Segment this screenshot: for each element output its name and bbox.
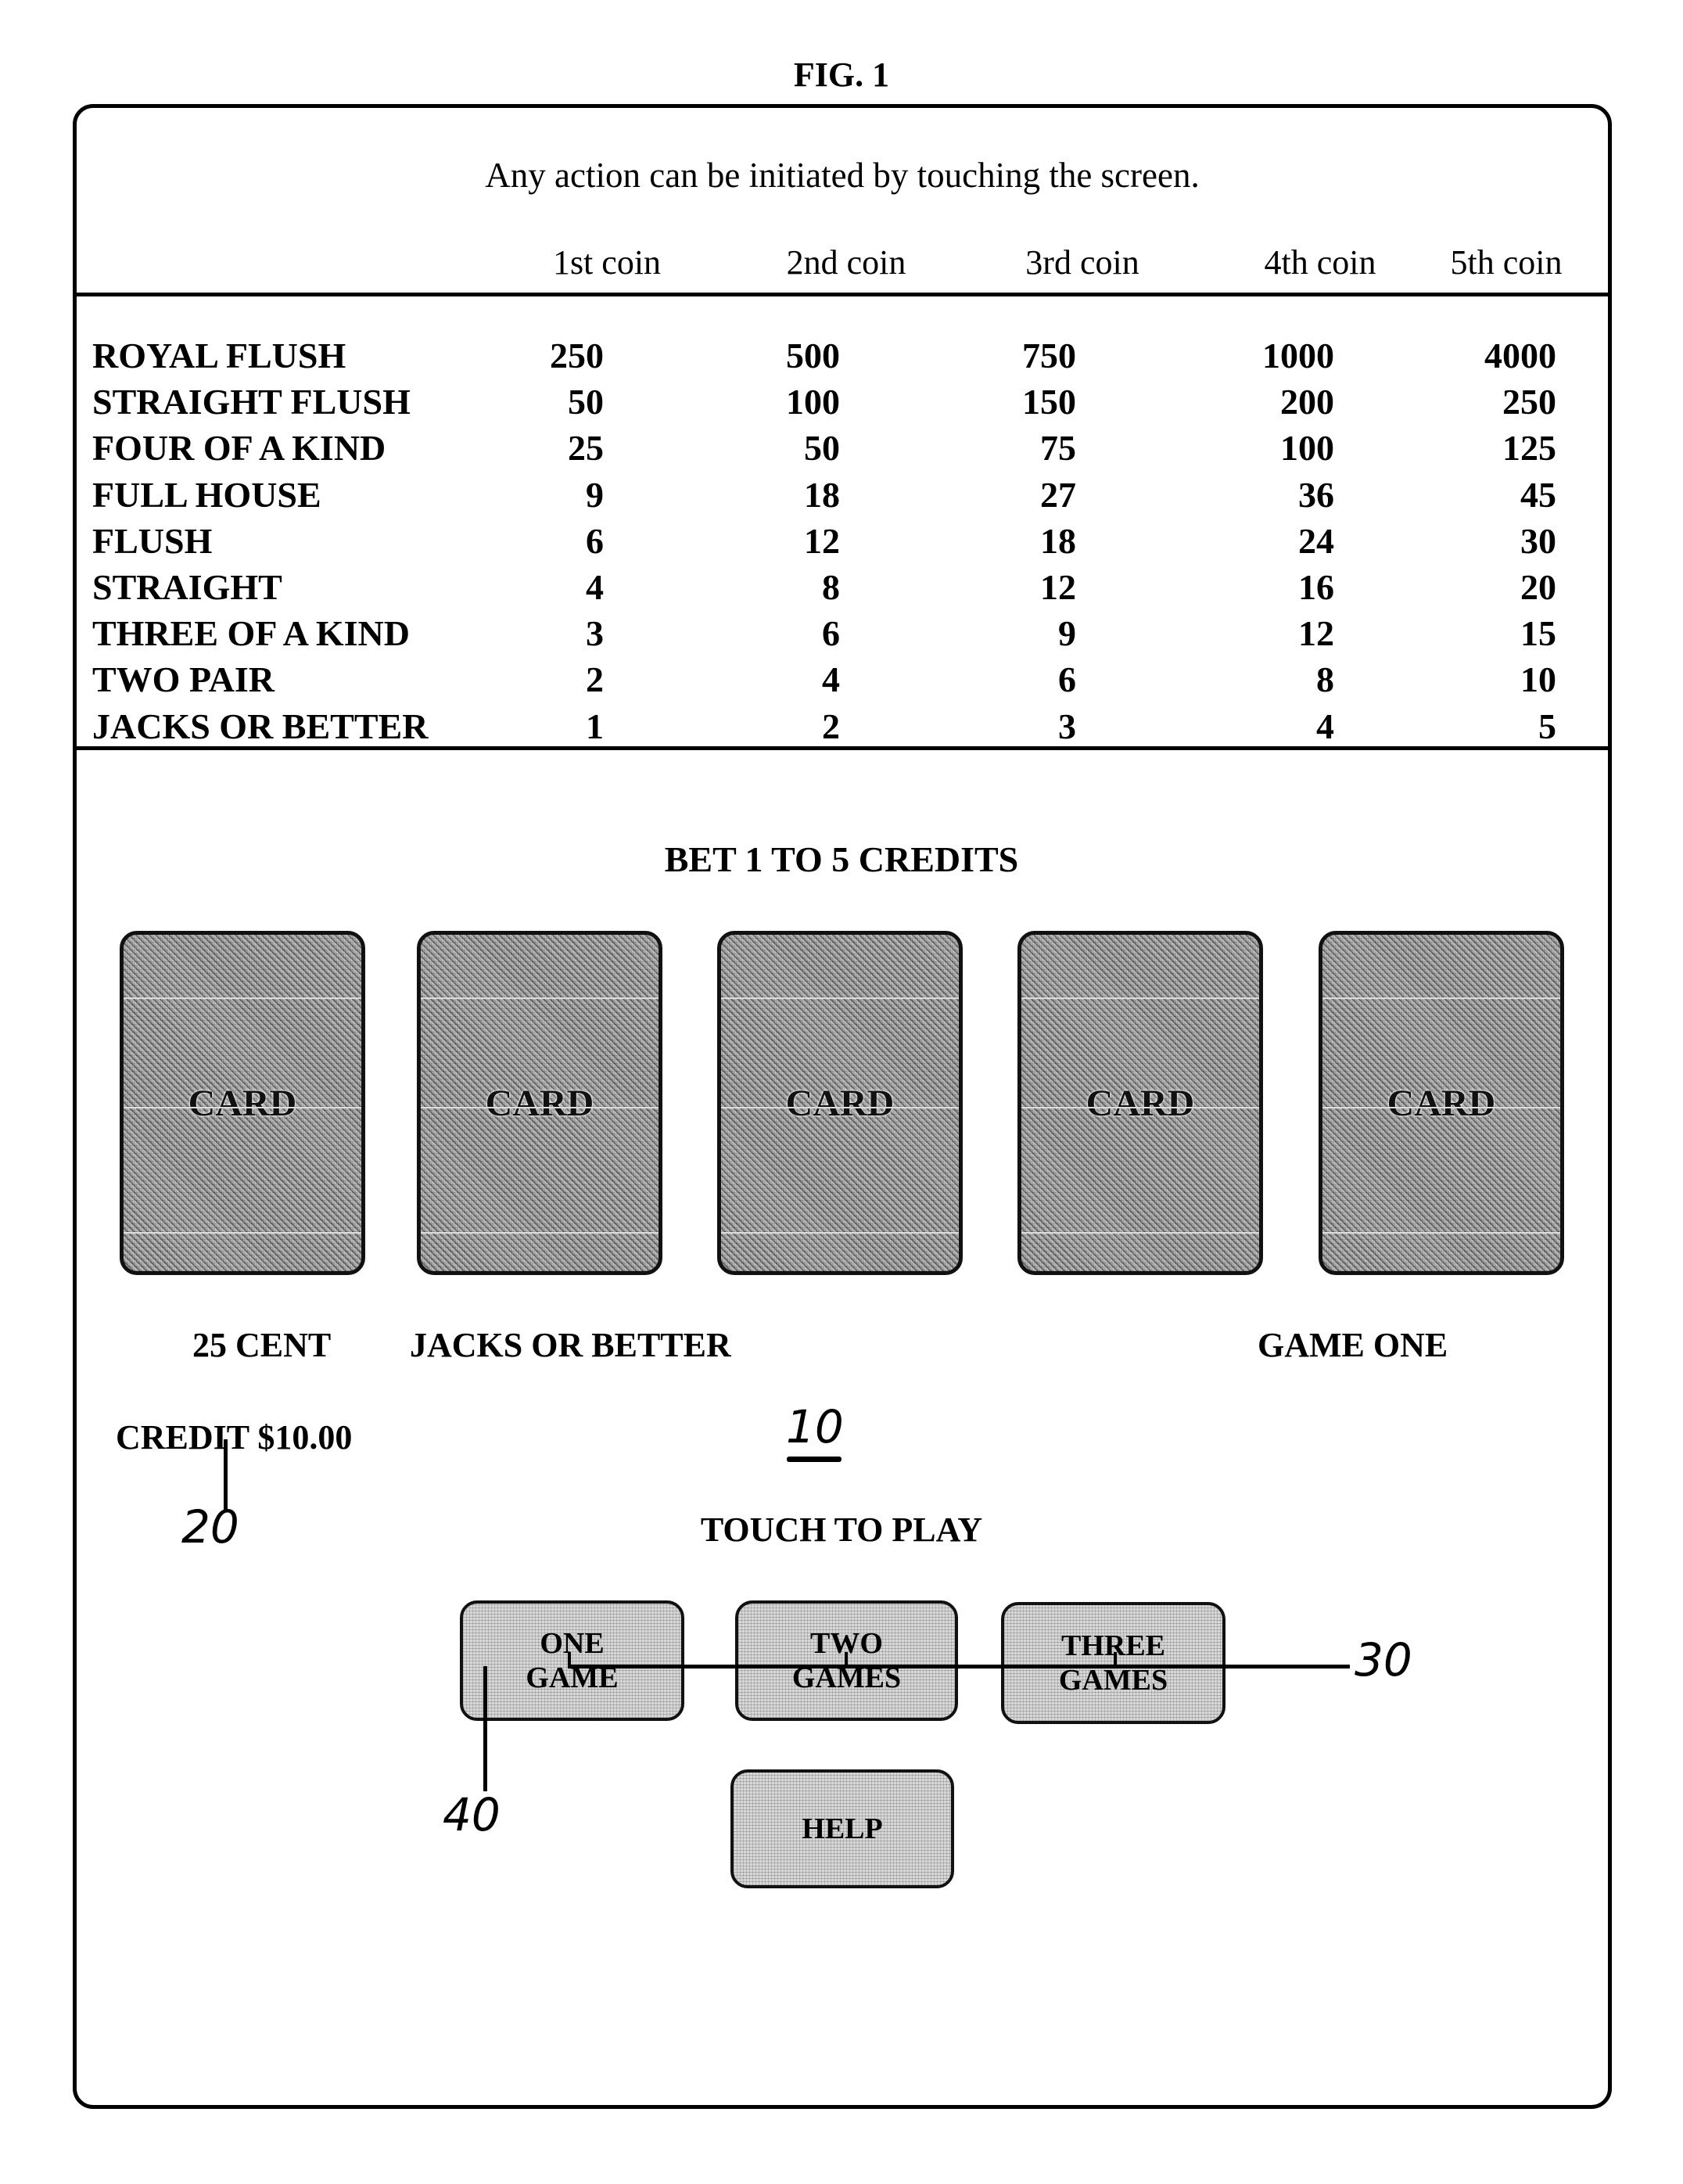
figure-title: FIG. 1 bbox=[793, 56, 890, 94]
paytable-cell: 27 bbox=[1040, 475, 1076, 515]
card-3[interactable]: CARD bbox=[717, 931, 963, 1275]
paytable-cell: 5 bbox=[1538, 706, 1556, 746]
credit-display: CREDIT $10.00 bbox=[116, 1418, 353, 1457]
paytable-cell: 150 bbox=[1022, 382, 1076, 422]
paytable-cell: 9 bbox=[1058, 613, 1076, 653]
help-button-label: HELP bbox=[802, 1812, 883, 1845]
paytable-cell: 25 bbox=[568, 428, 604, 468]
paytable-cell: 2 bbox=[822, 706, 840, 746]
paytable-cell: 10 bbox=[1520, 659, 1556, 699]
card-5[interactable]: CARD bbox=[1319, 931, 1564, 1275]
column-header-5th-coin: 5th coin bbox=[1450, 243, 1563, 282]
column-header-1st-coin: 1st coin bbox=[552, 243, 662, 282]
paytable-cell: 4 bbox=[586, 567, 604, 607]
reference-underline bbox=[787, 1457, 842, 1462]
paytable-cell: 30 bbox=[1520, 521, 1556, 561]
leader-tick-two-games bbox=[845, 1652, 848, 1666]
card-2[interactable]: CARD bbox=[417, 931, 662, 1275]
paytable-cell: 50 bbox=[568, 382, 604, 422]
paytable-cell: 12 bbox=[804, 521, 840, 561]
paytable-cell: 24 bbox=[1298, 521, 1334, 561]
paytable-cell: 15 bbox=[1520, 613, 1556, 653]
paytable-cell: 2 bbox=[586, 659, 604, 699]
card-label: CARD bbox=[785, 1082, 895, 1124]
paytable-cell: 200 bbox=[1280, 382, 1334, 422]
card-label: CARD bbox=[485, 1082, 594, 1124]
card-label: CARD bbox=[1086, 1082, 1195, 1124]
leader-tick-one-game bbox=[568, 1652, 571, 1666]
paytable-hand-label: ROYAL FLUSH bbox=[92, 336, 346, 375]
card-1[interactable]: CARD bbox=[120, 931, 365, 1275]
paytable-cell: 8 bbox=[1316, 659, 1334, 699]
paytable-cell: 100 bbox=[786, 382, 840, 422]
leader-line-40 bbox=[483, 1666, 487, 1791]
denomination-label: 25 CENT bbox=[192, 1326, 332, 1364]
paytable-cell: 20 bbox=[1520, 567, 1556, 607]
reference-numeral-10: 10 bbox=[786, 1400, 844, 1453]
paytable-cell: 750 bbox=[1022, 336, 1076, 375]
paytable-hand-label: JACKS OR BETTER bbox=[92, 706, 429, 746]
game-name-label: GAME ONE bbox=[1258, 1326, 1448, 1364]
paytable-cell: 6 bbox=[822, 613, 840, 653]
paytable-hand-label: TWO PAIR bbox=[92, 659, 275, 699]
paytable-hand-label: FOUR OF A KIND bbox=[92, 428, 386, 468]
paytable-cell: 6 bbox=[1058, 659, 1076, 699]
paytable-hand-label: FLUSH bbox=[92, 521, 213, 561]
paytable-cell: 250 bbox=[1502, 382, 1556, 422]
paytable-cell: 18 bbox=[804, 475, 840, 515]
column-header-3rd-coin: 3rd coin bbox=[1025, 243, 1139, 282]
card-4[interactable]: CARD bbox=[1017, 931, 1263, 1275]
header-divider bbox=[73, 293, 1612, 296]
paytable-bottom-divider bbox=[73, 746, 1612, 750]
paytable-hand-label: FULL HOUSE bbox=[92, 475, 321, 515]
paytable-cell: 125 bbox=[1502, 428, 1556, 468]
paytable-hand-label: THREE OF A KIND bbox=[92, 613, 410, 653]
paytable-cell: 4 bbox=[1316, 706, 1334, 746]
leader-line-20 bbox=[224, 1439, 228, 1510]
paytable-cell: 3 bbox=[586, 613, 604, 653]
card-label: CARD bbox=[1387, 1082, 1496, 1124]
game-type-label: JACKS OR BETTER bbox=[410, 1326, 731, 1364]
reference-numeral-30: 30 bbox=[1355, 1633, 1412, 1686]
paytable-cell: 9 bbox=[586, 475, 604, 515]
paytable-cell: 6 bbox=[586, 521, 604, 561]
paytable-cell: 3 bbox=[1058, 706, 1076, 746]
paytable-cell: 4 bbox=[822, 659, 840, 699]
touch-to-play-prompt: TOUCH TO PLAY bbox=[700, 1510, 983, 1549]
column-header-2nd-coin: 2nd coin bbox=[786, 243, 906, 282]
instruction-text: Any action can be initiated by touching … bbox=[485, 156, 1200, 195]
column-header-4th-coin: 4th coin bbox=[1264, 243, 1376, 282]
paytable-cell: 250 bbox=[550, 336, 604, 375]
paytable-cell: 36 bbox=[1298, 475, 1334, 515]
paytable-hand-label: STRAIGHT FLUSH bbox=[92, 382, 411, 422]
paytable-cell: 1000 bbox=[1262, 336, 1334, 375]
paytable-cell: 100 bbox=[1280, 428, 1334, 468]
reference-numeral-40: 40 bbox=[443, 1788, 501, 1841]
paytable-hand-label: STRAIGHT bbox=[92, 567, 282, 607]
paytable-cell: 16 bbox=[1298, 567, 1334, 607]
bet-prompt: BET 1 TO 5 CREDITS bbox=[664, 839, 1019, 879]
card-label: CARD bbox=[188, 1082, 297, 1124]
paytable-cell: 12 bbox=[1040, 567, 1076, 607]
one-game-button[interactable]: ONE GAME bbox=[460, 1600, 684, 1721]
paytable-cell: 18 bbox=[1040, 521, 1076, 561]
paytable-cell: 4000 bbox=[1484, 336, 1556, 375]
paytable-cell: 8 bbox=[822, 567, 840, 607]
paytable-cell: 50 bbox=[804, 428, 840, 468]
leader-line-30 bbox=[568, 1665, 1350, 1669]
help-button[interactable]: HELP bbox=[730, 1769, 954, 1888]
leader-tick-three-games bbox=[1114, 1652, 1117, 1666]
paytable-cell: 45 bbox=[1520, 475, 1556, 515]
paytable-cell: 75 bbox=[1040, 428, 1076, 468]
paytable-cell: 500 bbox=[786, 336, 840, 375]
paytable-cell: 1 bbox=[586, 706, 604, 746]
one-game-button-line-1: ONE bbox=[540, 1627, 605, 1660]
paytable-cell: 12 bbox=[1298, 613, 1334, 653]
